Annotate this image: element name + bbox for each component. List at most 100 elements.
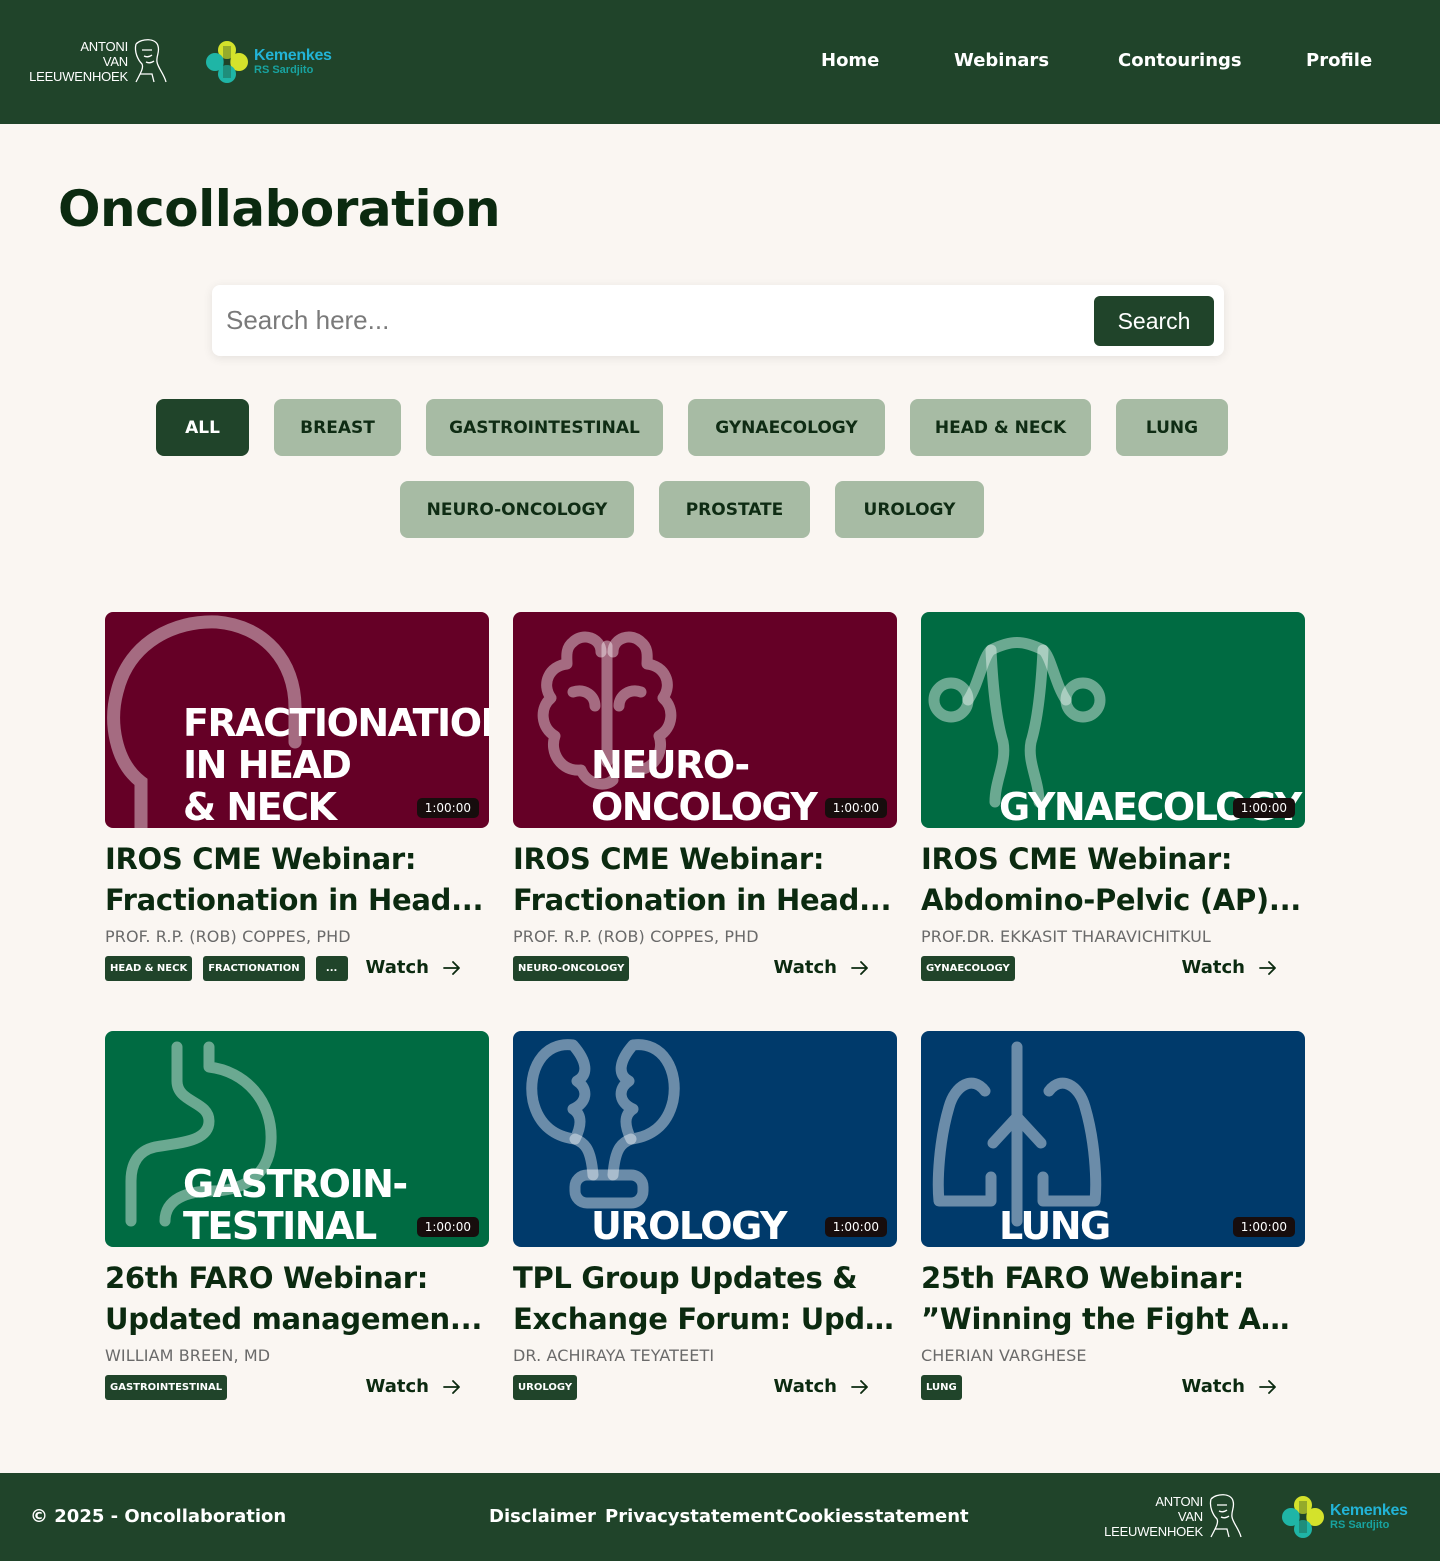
card-title-line: TPL Group Updates & <box>513 1261 858 1295</box>
filter-all[interactable]: ALL <box>156 399 249 456</box>
kemenkes-sub: RS Sardjito <box>254 64 314 76</box>
card-title-line: 25th FARO Webinar: <box>921 1261 1245 1295</box>
arrow-right-icon <box>851 1379 868 1394</box>
portrait-sketch-icon <box>134 39 167 83</box>
card-title-line: IROS CME Webinar: <box>513 842 825 876</box>
filter-gynaecology[interactable]: GYNAECOLOGY <box>688 399 885 456</box>
duration-badge: 1:00:00 <box>824 1217 887 1237</box>
kemenkes-logo[interactable]: Kemenkes RS Sardjito <box>1281 1495 1421 1540</box>
antoni-van-leeuwenhoek-logo[interactable]: ANTONI VAN LEEUWENHOEK <box>1103 1493 1243 1543</box>
card-title[interactable]: TPL Group Updates & Exchange Forum: Upd.… <box>513 1258 897 1340</box>
webinar-card[interactable]: FRACTIONATION IN HEAD & NECK 1:00:00 IRO… <box>105 612 489 987</box>
nav-home[interactable]: Home <box>821 50 879 71</box>
webinar-card[interactable]: LUNG 1:00:00 25th FARO Webinar: ”Winning… <box>921 1031 1305 1406</box>
watch-label: Watch <box>773 1376 837 1397</box>
footer-link-cookies[interactable]: Cookiesstatement <box>785 1506 969 1527</box>
tag-badge[interactable]: GYNAECOLOGY <box>921 956 1015 981</box>
tag-badge[interactable]: FRACTIONATION <box>203 956 305 981</box>
logo-line-3: LEEUWENHOEK <box>29 69 128 84</box>
arrow-right-icon <box>443 960 460 975</box>
filter-urology[interactable]: UROLOGY <box>835 481 984 538</box>
filter-gastrointestinal[interactable]: GASTROINTESTINAL <box>426 399 663 456</box>
card-author: WILLIAM BREEN, MD <box>105 1346 271 1365</box>
card-author: CHERIAN VARGHESE <box>921 1346 1087 1365</box>
card-author: PROF. R.P. (ROB) COPPES, PHD <box>105 927 351 946</box>
search-button[interactable]: Search <box>1094 296 1214 346</box>
watch-link[interactable]: Watch <box>366 1376 461 1397</box>
nav-profile[interactable]: Profile <box>1306 50 1372 71</box>
card-title-line: ”Winning the Fight Ag... <box>921 1302 1305 1336</box>
watch-link[interactable]: Watch <box>774 957 869 978</box>
nav-contourings[interactable]: Contourings <box>1118 50 1242 71</box>
watch-link[interactable]: Watch <box>1182 957 1277 978</box>
webinar-card[interactable]: UROLOGY 1:00:00 TPL Group Updates & Exch… <box>513 1031 897 1406</box>
kemenkes-logo[interactable]: Kemenkes RS Sardjito <box>205 40 345 85</box>
webinar-thumbnail[interactable]: NEURO- ONCOLOGY 1:00:00 <box>513 612 897 828</box>
page-title: Oncollaboration <box>58 180 501 238</box>
thumbnail-label: UROLOGY <box>591 1204 787 1247</box>
watch-link[interactable]: Watch <box>774 1376 869 1397</box>
watch-label: Watch <box>1181 1376 1245 1397</box>
duration-badge: 1:00:00 <box>1232 1217 1295 1237</box>
duration-badge: 1:00:00 <box>1232 798 1295 818</box>
arrow-right-icon <box>1259 1379 1276 1394</box>
tag-list: GASTROINTESTINAL <box>105 1375 228 1400</box>
tag-list: NEURO-ONCOLOGY <box>513 956 630 981</box>
kemenkes-name: Kemenkes <box>254 47 332 64</box>
top-navbar: ANTONI VAN LEEUWENHOEK Kemenkes RS Sardj… <box>0 0 1440 124</box>
filter-neuro-oncology[interactable]: NEURO-ONCOLOGY <box>400 481 634 538</box>
antoni-van-leeuwenhoek-logo[interactable]: ANTONI VAN LEEUWENHOEK <box>28 38 168 88</box>
site-footer: © 2025 - Oncollaboration Disclaimer Priv… <box>0 1473 1440 1561</box>
tag-badge[interactable]: UROLOGY <box>513 1375 578 1400</box>
card-title-line: IROS CME Webinar: <box>105 842 417 876</box>
card-title-line: Updated managemen... <box>105 1302 483 1336</box>
tag-list: UROLOGY <box>513 1375 578 1400</box>
tag-badge[interactable]: GASTROINTESTINAL <box>105 1375 228 1400</box>
card-author: PROF.DR. EKKASIT THARAVICHITKUL <box>921 927 1211 946</box>
footer-link-privacy[interactable]: Privacystatement <box>605 1506 784 1527</box>
card-title[interactable]: 26th FARO Webinar: Updated managemen... <box>105 1258 489 1340</box>
card-author: PROF. R.P. (ROB) COPPES, PHD <box>513 927 759 946</box>
webinar-card[interactable]: GASTROIN- TESTINAL 1:00:00 26th FARO Web… <box>105 1031 489 1406</box>
more-tags-badge[interactable]: ... <box>315 956 348 981</box>
card-title-line: 26th FARO Webinar: <box>105 1261 429 1295</box>
kemenkes-clover-icon <box>206 41 248 83</box>
webinar-card[interactable]: NEURO- ONCOLOGY 1:00:00 IROS CME Webinar… <box>513 612 897 987</box>
kemenkes-name: Kemenkes <box>1330 1502 1408 1519</box>
kemenkes-clover-icon <box>1282 1496 1324 1538</box>
arrow-right-icon <box>851 960 868 975</box>
logo-line-3: LEEUWENHOEK <box>1104 1524 1203 1539</box>
card-title[interactable]: IROS CME Webinar: Fractionation in Head.… <box>513 839 897 921</box>
webinar-card[interactable]: GYNAECOLOGY 1:00:00 IROS CME Webinar: Ab… <box>921 612 1305 987</box>
filter-lung[interactable]: LUNG <box>1116 399 1228 456</box>
tag-list: LUNG <box>921 1375 962 1400</box>
webinar-thumbnail[interactable]: LUNG 1:00:00 <box>921 1031 1305 1247</box>
watch-link[interactable]: Watch <box>366 957 461 978</box>
tag-list: HEAD & NECK FRACTIONATION ... <box>105 956 348 981</box>
watch-label: Watch <box>1181 957 1245 978</box>
filter-head-neck[interactable]: HEAD & NECK <box>910 399 1091 456</box>
watch-link[interactable]: Watch <box>1182 1376 1277 1397</box>
search-input[interactable] <box>226 297 1086 343</box>
search-bar: Search <box>212 285 1224 356</box>
webinar-thumbnail[interactable]: FRACTIONATION IN HEAD & NECK 1:00:00 <box>105 612 489 828</box>
webinar-thumbnail[interactable]: GYNAECOLOGY 1:00:00 <box>921 612 1305 828</box>
card-title-line: Exchange Forum: Upd... <box>513 1302 897 1336</box>
card-title-line: IROS CME Webinar: <box>921 842 1233 876</box>
nav-webinars[interactable]: Webinars <box>954 50 1049 71</box>
copyright-text: © 2025 - Oncollaboration <box>30 1506 287 1527</box>
webinar-thumbnail[interactable]: GASTROIN- TESTINAL 1:00:00 <box>105 1031 489 1247</box>
tag-badge[interactable]: HEAD & NECK <box>105 956 193 981</box>
tag-badge[interactable]: NEURO-ONCOLOGY <box>513 956 630 981</box>
footer-link-disclaimer[interactable]: Disclaimer <box>489 1506 596 1527</box>
filter-breast[interactable]: BREAST <box>274 399 401 456</box>
webinar-thumbnail[interactable]: UROLOGY 1:00:00 <box>513 1031 897 1247</box>
thumbnail-label: LUNG <box>999 1204 1111 1247</box>
card-title[interactable]: IROS CME Webinar: Abdomino-Pelvic (AP)..… <box>921 839 1305 921</box>
duration-badge: 1:00:00 <box>416 1217 479 1237</box>
portrait-sketch-icon <box>1209 1494 1242 1538</box>
tag-badge[interactable]: LUNG <box>921 1375 962 1400</box>
filter-prostate[interactable]: PROSTATE <box>659 481 810 538</box>
card-title[interactable]: 25th FARO Webinar: ”Winning the Fight Ag… <box>921 1258 1305 1340</box>
card-title[interactable]: IROS CME Webinar: Fractionation in Head.… <box>105 839 489 921</box>
